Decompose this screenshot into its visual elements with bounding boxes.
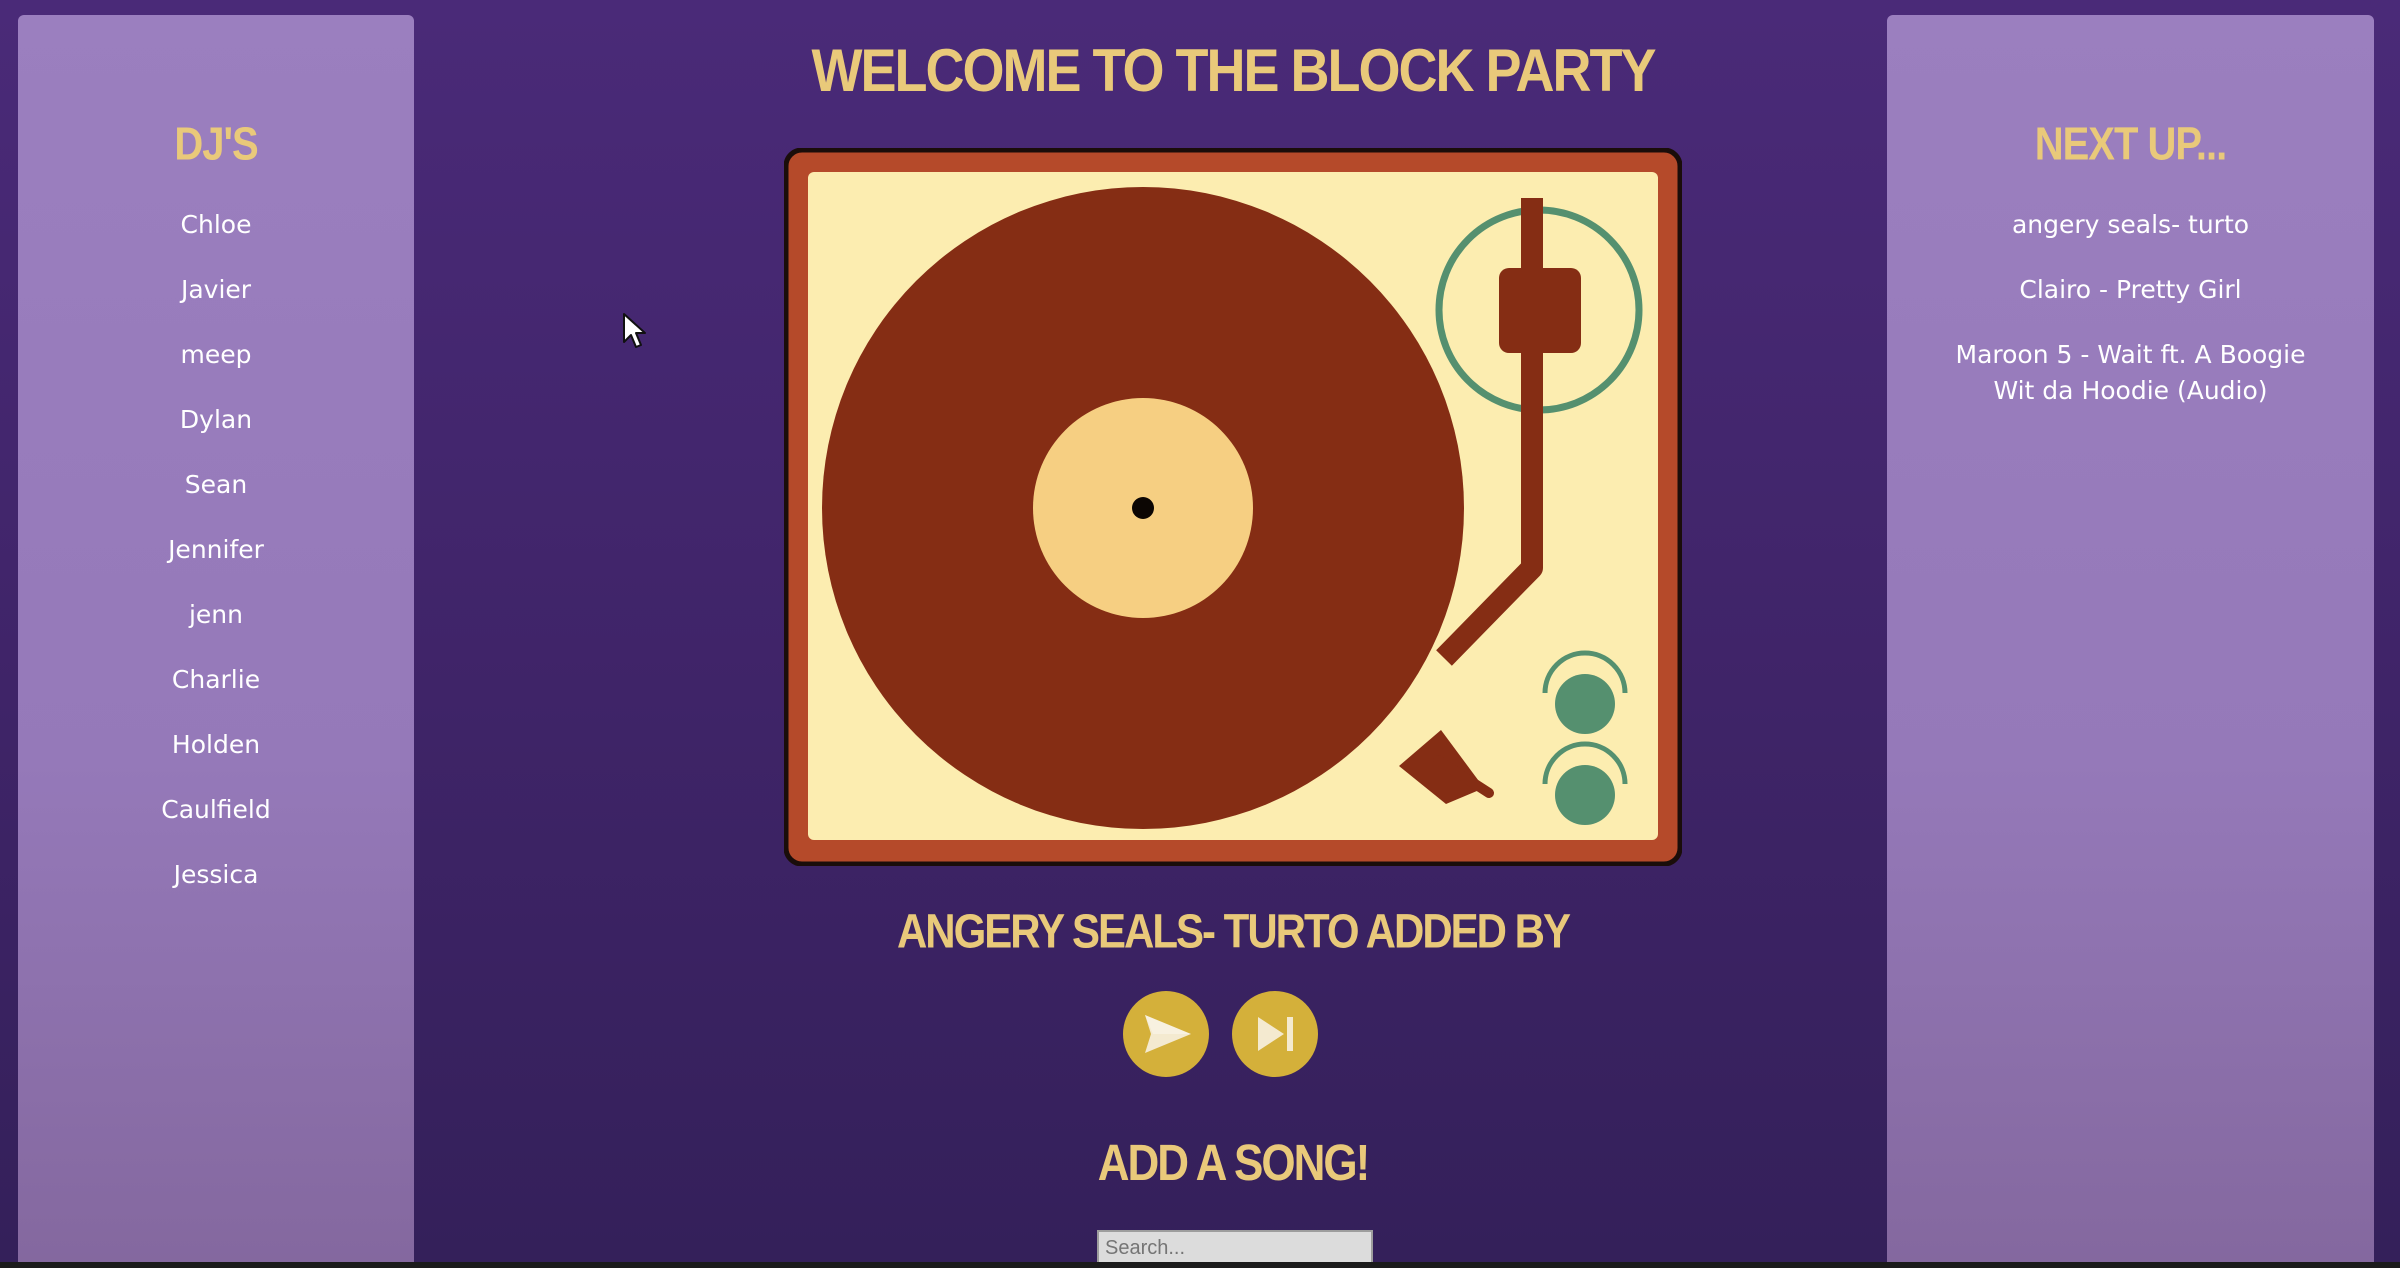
dj-list-item: Caulfield xyxy=(161,795,271,824)
queue-heading: NEXT UP... xyxy=(2034,119,2228,170)
dj-list-item: jenn xyxy=(188,600,244,629)
dj-list: Chloe Javier meep Dylan Sean Jennifer jenn Char… xyxy=(18,207,414,922)
song-search-input[interactable] xyxy=(1097,1230,1373,1262)
add-song-heading: ADD A SONG! xyxy=(1097,1135,1371,1192)
dj-list-item: Sean xyxy=(184,470,248,499)
queue-list-item: Clairo - Pretty Girl xyxy=(2019,275,2242,304)
dj-list-item: Chloe xyxy=(180,210,252,239)
play-button[interactable] xyxy=(1123,991,1209,1077)
page-title-text: WELCOME TO THE BLOCK PARTY xyxy=(811,37,1657,105)
mouse-cursor-icon xyxy=(623,313,646,348)
queue-panel: NEXT UP... angery seals- turto Clairo - P… xyxy=(1887,15,2374,1262)
dj-list-item: Javier xyxy=(180,275,252,304)
queue-list: angery seals- turto Clairo - Pretty Girl M… xyxy=(1887,207,2374,438)
now-playing-text: ANGERY SEALS- TURTO ADDED BY xyxy=(896,904,1571,959)
knob-2 xyxy=(1555,765,1615,825)
skip-next-icon xyxy=(1258,1017,1293,1051)
skip-button[interactable] xyxy=(1232,991,1318,1077)
knob-1 xyxy=(1555,674,1615,734)
dj-list-item: Dylan xyxy=(179,405,253,434)
turntable-illustration xyxy=(783,147,1683,867)
page-title: WELCOME TO THE BLOCK PARTY xyxy=(0,36,2400,105)
app-stage: DJ'S Chloe Javier meep Dylan Sean Jennifer jen… xyxy=(0,0,2400,1262)
djs-panel: DJ'S Chloe Javier meep Dylan Sean Jennifer jen… xyxy=(18,15,414,1262)
dj-list-item: meep xyxy=(180,340,252,369)
djs-heading: DJ'S xyxy=(174,119,258,170)
queue-list-item: Maroon 5 - Wait ft. A Boogie Wit da Hood… xyxy=(1955,340,2306,405)
spindle xyxy=(1132,497,1154,519)
tonearm-counterweight xyxy=(1499,268,1581,353)
turntable-icon xyxy=(783,147,1683,867)
send-icon xyxy=(1145,1015,1191,1053)
dj-list-item: Charlie xyxy=(171,665,261,694)
dj-list-item: Jennifer xyxy=(168,535,264,564)
queue-list-item: angery seals- turto xyxy=(2011,210,2250,239)
bottom-strip xyxy=(0,1262,2400,1268)
dj-list-item: Holden xyxy=(171,730,261,759)
